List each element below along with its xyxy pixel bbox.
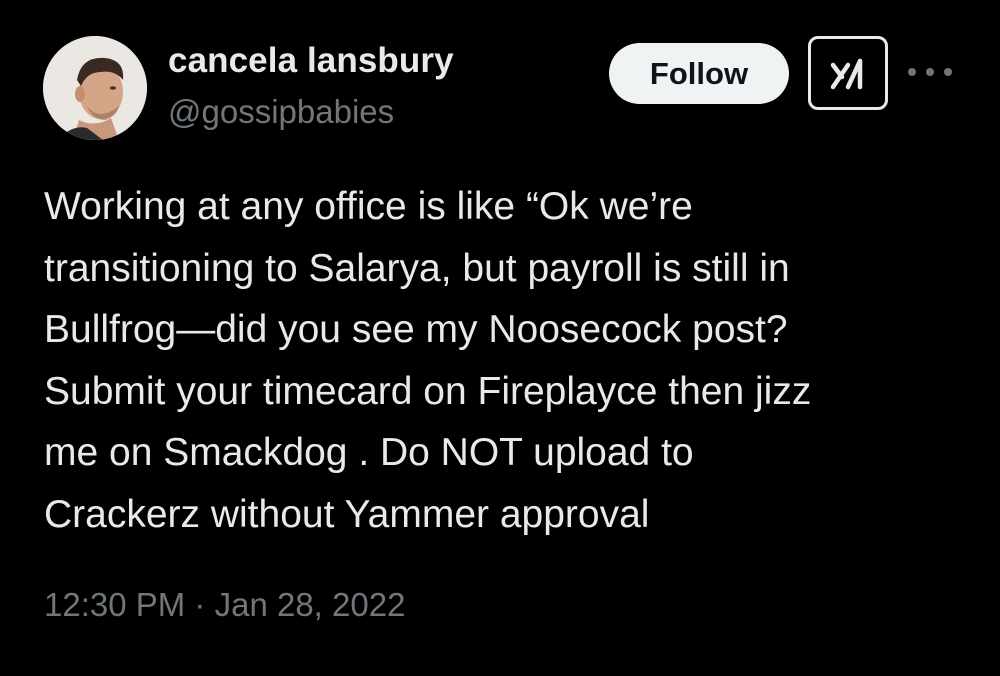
more-dot [908, 68, 916, 76]
more-dot [926, 68, 934, 76]
more-options-icon[interactable] [908, 60, 952, 84]
tweet-text-line: transitioning to Salarya, but payroll is… [44, 246, 790, 290]
display-name[interactable]: cancela lansbury [168, 41, 454, 81]
profile-photo-icon [43, 36, 147, 140]
avatar[interactable] [43, 36, 147, 140]
tweet-text-line: Working at any office is like “Ok we’re [44, 185, 693, 228]
more-dot [944, 68, 952, 76]
tweet-text-line: Bullfrog—did you see my Noosecock post? [44, 308, 788, 351]
user-handle[interactable]: @gossipbabies [168, 93, 394, 131]
follow-button[interactable]: Follow [609, 43, 789, 104]
tweet-text-line: Submit your timecard on Fireplayce then … [44, 369, 812, 413]
tweet-text-line: me on Smackdog . Do NOT upload to [44, 431, 694, 474]
grok-logo-icon [830, 58, 863, 90]
tweet-text: Working at any office is like “Ok we’re … [44, 176, 974, 545]
tweet-time[interactable]: 12:30 PM [44, 586, 185, 623]
tweet-date[interactable]: Jan 28, 2022 [215, 586, 406, 623]
tweet-text-line: Crackerz without Yammer approval [44, 492, 650, 536]
timestamp-separator: · [194, 586, 206, 623]
grok-icon[interactable] [808, 36, 888, 110]
tweet-card: cancela lansbury @gossipbabies Follow Wo… [0, 0, 1000, 676]
tweet-timestamp[interactable]: 12:30 PM · Jan 28, 2022 [44, 586, 405, 624]
